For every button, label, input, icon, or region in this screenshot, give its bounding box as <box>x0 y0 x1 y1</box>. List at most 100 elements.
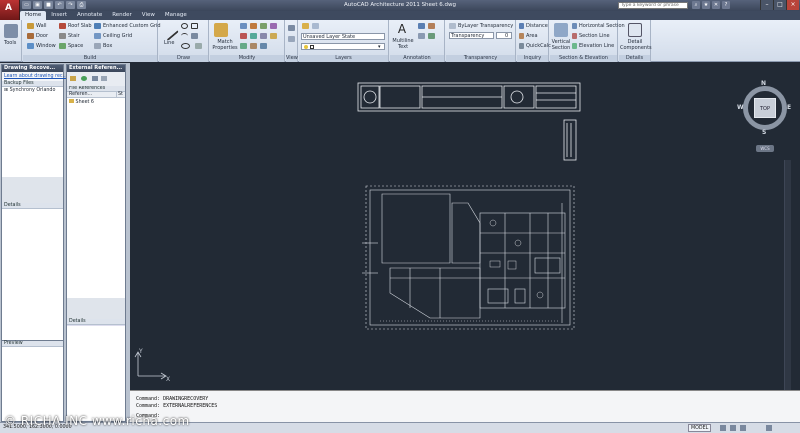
transparency-panel-title[interactable]: Transparency <box>446 55 515 62</box>
line-button[interactable]: Line <box>164 40 174 46</box>
model-space-toggle[interactable]: MODEL <box>688 424 712 432</box>
fillet-icon[interactable] <box>260 43 267 49</box>
window-button[interactable]: Window <box>36 43 56 49</box>
multiline-text-button[interactable]: Multiline Text <box>392 38 414 50</box>
vertical-section-icon[interactable] <box>554 23 568 37</box>
drawing-canvas[interactable]: Y X <box>130 63 800 390</box>
ellipse-icon[interactable] <box>181 43 190 49</box>
quickcalc-button[interactable]: QuickCalc <box>526 43 551 49</box>
vertical-scrollbar[interactable] <box>784 160 791 390</box>
viewcube[interactable]: TOP N S E W <box>737 80 793 136</box>
build-panel-title[interactable]: Build <box>23 55 157 62</box>
tab-home[interactable]: Home <box>20 11 47 20</box>
array-icon[interactable] <box>240 43 247 49</box>
external-references-title[interactable]: External Referen... <box>67 65 125 72</box>
roof-slab-button[interactable]: Roof Slab <box>68 23 92 29</box>
details-panel-title[interactable]: Details <box>619 55 650 62</box>
wall-button[interactable]: Wall <box>36 23 46 29</box>
match-properties-button[interactable]: Match Properties <box>212 39 238 51</box>
save-icon[interactable]: ■ <box>44 1 53 9</box>
layer-state-dropdown[interactable]: Unsaved Layer State <box>301 33 385 40</box>
command-line[interactable]: Command: DRAWINGRECOVERY Command: EXTERN… <box>130 390 800 422</box>
match-properties-icon[interactable] <box>214 23 228 37</box>
annotation-panel-title[interactable]: Annotation <box>390 55 444 62</box>
tree-view-icon[interactable] <box>101 76 107 81</box>
door-button[interactable]: Door <box>36 33 48 39</box>
copy-icon[interactable] <box>250 23 257 29</box>
transparency-field[interactable]: Transparency <box>449 32 494 39</box>
arc-icon[interactable] <box>181 33 188 39</box>
rectangle-icon[interactable] <box>191 23 198 29</box>
compass-south[interactable]: S <box>762 129 766 136</box>
hatch-icon[interactable] <box>191 33 198 39</box>
view-icon[interactable] <box>288 25 295 31</box>
leader-icon[interactable] <box>428 23 435 29</box>
annotation-scale-icon[interactable] <box>720 425 726 431</box>
close-button[interactable]: × <box>786 0 799 10</box>
help-search-input[interactable]: Type a keyword or phrase <box>618 2 688 9</box>
backup-item[interactable]: Synchrony Orlando <box>10 88 56 93</box>
application-menu-button[interactable]: A <box>0 0 20 20</box>
stretch-icon[interactable] <box>250 43 257 49</box>
circle-icon[interactable] <box>181 23 188 29</box>
view-panel-title[interactable]: View <box>286 55 298 62</box>
draw-panel-title[interactable]: Draw <box>159 55 208 62</box>
new-icon[interactable]: ▭ <box>22 1 31 9</box>
horizontal-section-button[interactable]: Horizontal Section <box>579 23 625 29</box>
drawing-recovery-title[interactable]: Drawing Recove... <box>2 65 63 72</box>
tab-view[interactable]: View <box>137 11 160 20</box>
compass-east[interactable]: E <box>787 104 791 111</box>
offset-icon[interactable] <box>260 33 267 39</box>
elevation-line-button[interactable]: Elevation Line <box>579 43 614 49</box>
print-icon[interactable]: ⎙ <box>77 1 86 9</box>
expand-icon[interactable]: ⊞ <box>4 88 8 93</box>
trim-icon[interactable] <box>250 33 257 39</box>
list-view-icon[interactable] <box>92 76 98 81</box>
current-layer-dropdown[interactable]: ▾ <box>301 43 385 50</box>
attach-icon[interactable] <box>70 76 76 81</box>
area-button[interactable]: Area <box>526 33 538 39</box>
tab-manage[interactable]: Manage <box>160 11 192 20</box>
distance-button[interactable]: Distance <box>526 23 548 29</box>
help-icon[interactable]: ? <box>722 1 730 9</box>
learn-recovery-link[interactable]: Learn about drawing rec... <box>4 74 67 79</box>
detail-components-button[interactable]: Detail Components <box>620 39 652 51</box>
dimension-icon[interactable] <box>418 23 425 29</box>
status-column[interactable]: St <box>117 92 125 97</box>
compass-north[interactable]: N <box>761 80 766 87</box>
stair-button[interactable]: Stair <box>68 33 80 39</box>
polyline-icon[interactable] <box>195 43 202 49</box>
exchange-icon[interactable]: ✕ <box>712 1 720 9</box>
enhanced-custom-grid-button[interactable]: Enhanced Custom Grid <box>103 23 161 29</box>
workspace-icon[interactable] <box>730 425 736 431</box>
table-icon[interactable] <box>418 33 425 39</box>
space-button[interactable]: Space <box>68 43 83 49</box>
mirror-icon[interactable] <box>270 23 277 29</box>
undo-icon[interactable]: ↶ <box>55 1 64 9</box>
tools-icon[interactable] <box>4 24 18 38</box>
tag-icon[interactable] <box>428 33 435 39</box>
star-icon[interactable]: ★ <box>702 1 710 9</box>
transparency-value-input[interactable]: 0 <box>496 32 512 39</box>
maximize-button[interactable]: □ <box>773 0 786 10</box>
tools-label[interactable]: Tools <box>4 40 16 46</box>
section-elevation-panel-title[interactable]: Section & Elevation <box>550 55 617 62</box>
refresh-icon[interactable] <box>81 76 87 81</box>
bylayer-transparency-dropdown[interactable]: ByLayer Transparency <box>458 23 513 29</box>
box-button[interactable]: Box <box>103 43 112 49</box>
layer-properties-icon[interactable] <box>302 23 309 29</box>
layers-panel-title[interactable]: Layers <box>299 55 388 62</box>
search-icon[interactable]: ⌕ <box>692 1 700 9</box>
inquiry-panel-title[interactable]: Inquiry <box>517 55 548 62</box>
tab-render[interactable]: Render <box>107 11 137 20</box>
erase-icon[interactable] <box>240 33 247 39</box>
ceiling-grid-button[interactable]: Ceiling Grid <box>103 33 132 39</box>
modify-panel-title[interactable]: Modify <box>210 55 284 62</box>
detail-components-icon[interactable] <box>628 23 642 37</box>
section-line-button[interactable]: Section Line <box>579 33 610 39</box>
tab-insert[interactable]: Insert <box>46 11 72 20</box>
lock-icon[interactable] <box>740 425 746 431</box>
zoom-icon[interactable] <box>288 36 295 42</box>
viewcube-top-face[interactable]: TOP <box>754 98 776 118</box>
fullscreen-icon[interactable] <box>766 425 772 431</box>
